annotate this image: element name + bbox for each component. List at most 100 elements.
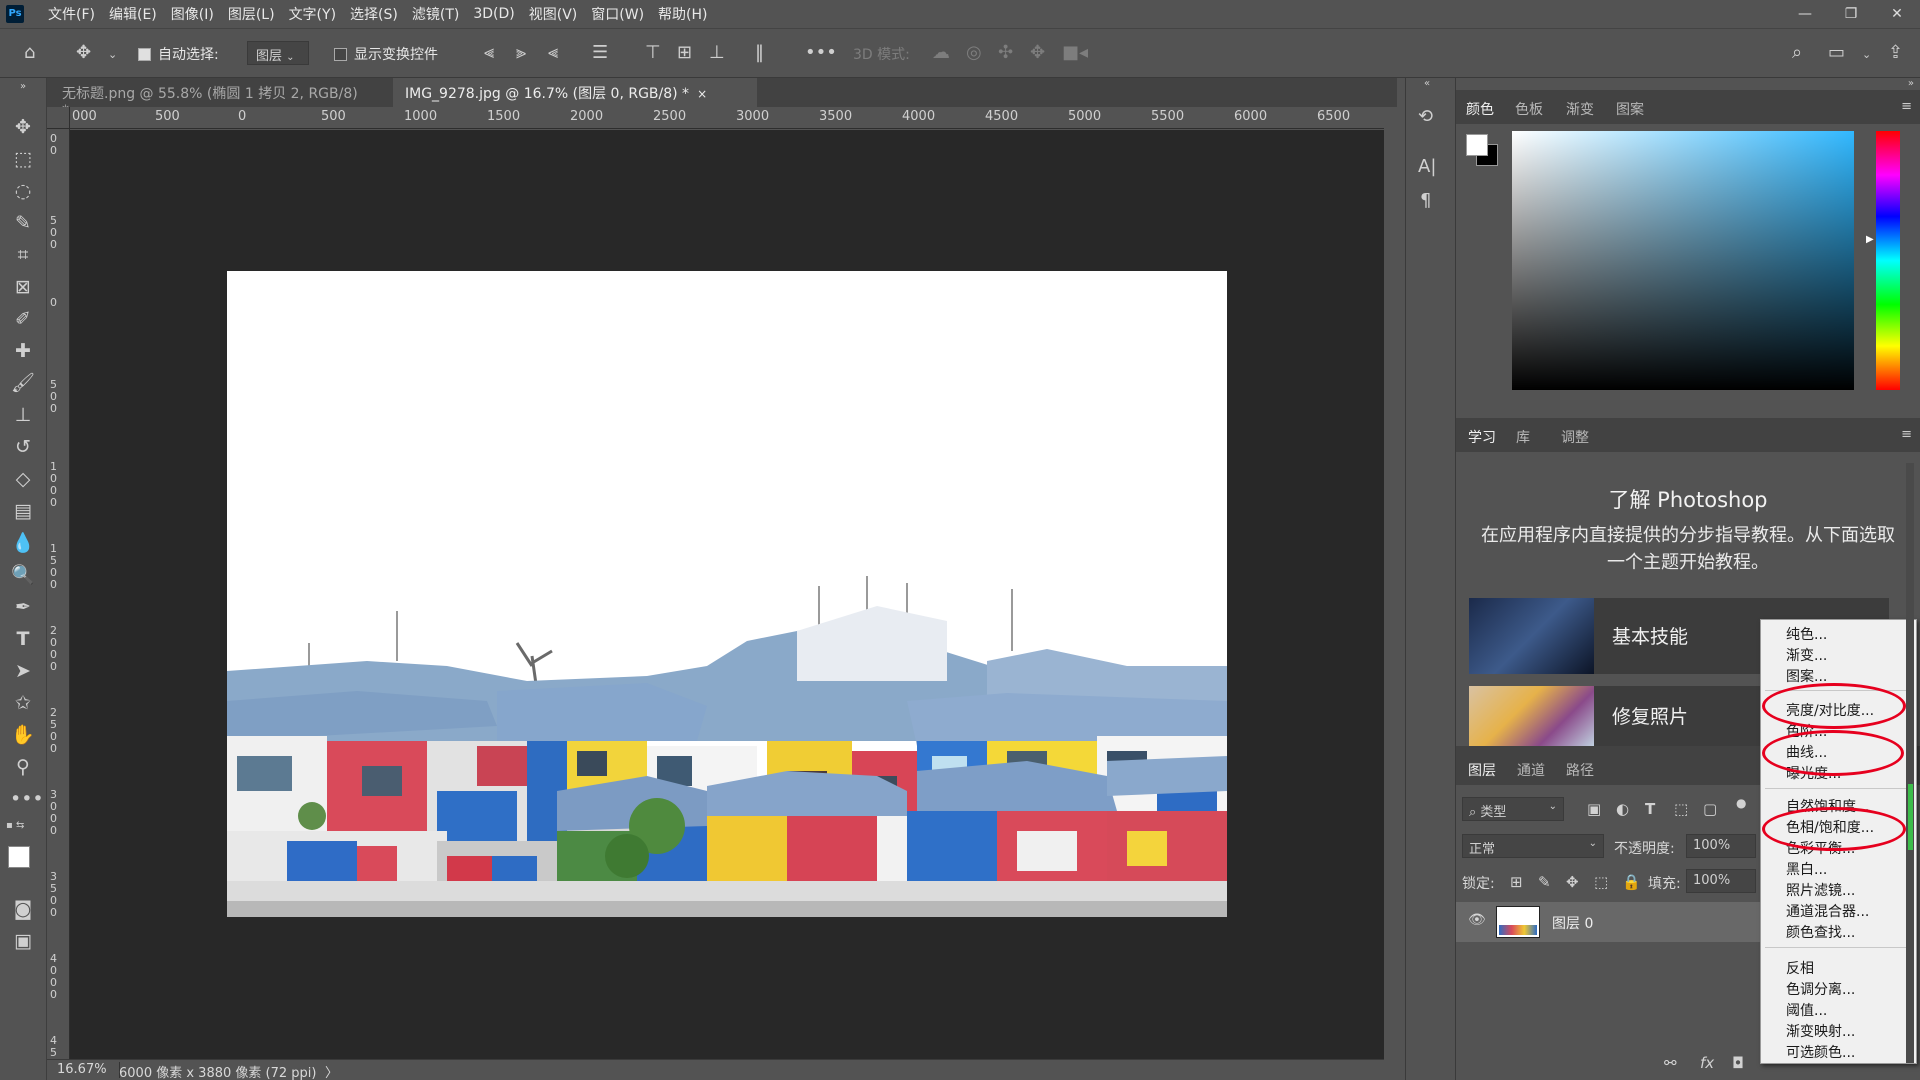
menu-edit[interactable]: 编辑(E) (109, 4, 157, 24)
menu-view[interactable]: 视图(V) (529, 4, 578, 24)
auto-select-dropdown[interactable]: 图层 ⌄ (247, 41, 309, 65)
tab-libraries[interactable]: 库 (1516, 427, 1530, 447)
fill-input[interactable]: 100% (1686, 869, 1756, 893)
scrollbar-thumb[interactable] (1908, 784, 1913, 850)
quick-select-tool-icon[interactable]: ✎ (10, 210, 36, 236)
menu-photo-filter[interactable]: 照片滤镜... (1786, 880, 1855, 900)
menu-image[interactable]: 图像(I) (171, 4, 214, 24)
type-tool-icon[interactable]: T (10, 626, 36, 652)
link-layers-icon[interactable]: ⚯ (1664, 1054, 1677, 1072)
zoom-tool-icon[interactable]: ⚲ (10, 754, 36, 780)
filter-image-icon[interactable]: ▣ (1587, 800, 1601, 818)
tab-layers[interactable]: 图层 (1468, 760, 1496, 780)
workspace-chevron-icon[interactable]: ⌄ (1862, 48, 1871, 61)
minimize-icon[interactable]: — (1782, 0, 1828, 27)
menu-black-white[interactable]: 黑白... (1786, 859, 1827, 879)
tab-img-9278[interactable]: IMG_9278.jpg @ 16.7% (图层 0, RGB/8) * × (393, 78, 757, 107)
paragraph-panel-icon[interactable]: ¶ (1420, 190, 1431, 211)
move-tool-icon[interactable]: ✥ (10, 114, 36, 140)
screen-mode-icon[interactable]: ▣ (10, 928, 36, 954)
status-menu-arrow[interactable]: 〉 (325, 1062, 338, 1080)
marquee-tool-icon[interactable]: ⬚ (10, 146, 36, 172)
menu-gradient-map[interactable]: 渐变映射... (1786, 1021, 1855, 1041)
panel-menu-icon[interactable]: ≡ (1901, 99, 1912, 114)
brush-tool-icon[interactable]: 🖌 (10, 370, 36, 396)
chevron-down-icon[interactable]: ⌄ (108, 48, 117, 61)
menu-gradient[interactable]: 渐变... (1786, 645, 1827, 665)
tab-channels[interactable]: 通道 (1517, 760, 1545, 780)
stamp-tool-icon[interactable]: ⊥ (10, 402, 36, 428)
menu-posterize[interactable]: 色调分离... (1786, 979, 1855, 999)
tab-paths[interactable]: 路径 (1566, 760, 1594, 780)
menu-type[interactable]: 文字(Y) (289, 4, 336, 24)
hue-slider[interactable] (1876, 131, 1900, 390)
opacity-input[interactable]: 100% (1686, 834, 1756, 858)
lock-transparent-icon[interactable]: ⊞ (1510, 873, 1523, 891)
align-top-icon[interactable]: ⊤ (645, 42, 661, 63)
panel-menu-icon[interactable]: ≡ (1901, 427, 1912, 442)
color-field[interactable] (1512, 131, 1854, 390)
search-icon[interactable]: ⌕ (1792, 42, 1802, 63)
fx-icon[interactable]: fx (1700, 1054, 1714, 1072)
menu-layer[interactable]: 图层(L) (228, 4, 275, 24)
align-bottom-icon[interactable]: ⊥ (709, 42, 725, 63)
home-icon[interactable]: ⌂ (24, 42, 35, 63)
filter-smart-icon[interactable]: ▢ (1703, 800, 1717, 818)
visibility-eye-icon[interactable]: 👁 (1468, 912, 1486, 928)
layer-row[interactable]: 👁 图层 0 (1456, 902, 1760, 942)
close-icon[interactable]: ✕ (1874, 0, 1920, 27)
more-options-icon[interactable]: ••• (805, 42, 837, 63)
menu-solid-color[interactable]: 纯色... (1786, 624, 1827, 644)
lasso-tool-icon[interactable]: ◌ (10, 178, 36, 204)
lock-pixels-icon[interactable]: ✎ (1538, 873, 1551, 891)
share-icon[interactable]: ⇪ (1888, 42, 1903, 63)
foreground-color-swatch[interactable] (8, 846, 30, 868)
edit-toolbar-icon[interactable]: ••• (10, 786, 44, 812)
align-vcenter-icon[interactable]: ⊞ (677, 42, 692, 63)
distribute-v-icon[interactable]: ‖ (755, 42, 764, 63)
distribute-icon[interactable]: ☰ (592, 42, 608, 63)
crop-tool-icon[interactable]: ⌗ (10, 242, 36, 268)
menu-3d[interactable]: 3D(D) (473, 6, 514, 22)
menu-invert[interactable]: 反相 (1786, 958, 1814, 978)
tab-untitled-png[interactable]: 无标题.png @ 55.8% (椭圆 1 拷贝 2, RGB/8) *× (50, 78, 390, 119)
layer-filter-dropdown[interactable]: ⌕ 类型 ⌄ (1462, 797, 1564, 821)
align-right-icon[interactable]: ⫷ (548, 42, 558, 63)
tab-learn[interactable]: 学习 (1468, 427, 1496, 447)
history-brush-icon[interactable]: ↺ (10, 434, 36, 460)
hue-slider-handle[interactable]: ▶ (1866, 234, 1874, 245)
3d-pan-icon[interactable]: ✣ (998, 42, 1013, 63)
tab-adjustments[interactable]: 调整 (1561, 427, 1589, 447)
move-tool-icon[interactable]: ✥ (76, 42, 91, 63)
auto-select-checkbox[interactable] (138, 48, 151, 61)
history-panel-icon[interactable]: ⟲ (1418, 106, 1433, 127)
menu-filter[interactable]: 滤镜(T) (412, 4, 459, 24)
tab-color[interactable]: 颜色 (1466, 99, 1494, 119)
expand-panels-icon[interactable]: » (1908, 78, 1914, 89)
workspace-icon[interactable]: ▭ (1828, 42, 1845, 63)
eyedropper-tool-icon[interactable]: ✐ (10, 306, 36, 332)
pen-tool-icon[interactable]: ✒ (10, 594, 36, 620)
lock-artboard-icon[interactable]: ⬚ (1594, 873, 1608, 891)
path-select-icon[interactable]: ➤ (10, 658, 36, 684)
menu-file[interactable]: 文件(F) (48, 4, 95, 24)
dodge-tool-icon[interactable]: 🔍 (10, 562, 36, 588)
quick-mask-icon[interactable]: ◙ (10, 896, 36, 922)
3d-slide-icon[interactable]: ✥ (1030, 42, 1045, 63)
menu-window[interactable]: 窗口(W) (591, 4, 644, 24)
restore-icon[interactable]: ❐ (1828, 0, 1874, 27)
menu-threshold[interactable]: 阈值... (1786, 1000, 1827, 1020)
filter-adjustment-icon[interactable]: ◐ (1616, 800, 1629, 818)
menu-select[interactable]: 选择(S) (350, 4, 398, 24)
gradient-tool-icon[interactable]: ▤ (10, 498, 36, 524)
menu-color-lookup[interactable]: 颜色查找... (1786, 922, 1855, 942)
ruler-horizontal[interactable]: 000 500 0 500 1000 1500 2000 2500 3000 3500 4000 45… (70, 107, 1384, 129)
align-hcenter-icon[interactable]: ⫸ (516, 42, 526, 63)
frame-tool-icon[interactable]: ⊠ (10, 274, 36, 300)
collapse-toolbar-icon[interactable]: » (10, 74, 36, 100)
healing-tool-icon[interactable]: ✚ (10, 338, 36, 364)
panel-scrollbar[interactable] (1906, 463, 1914, 1063)
menu-channel-mixer[interactable]: 通道混合器... (1786, 901, 1869, 921)
tab-patterns[interactable]: 图案 (1616, 99, 1644, 119)
swap-colors-icon[interactable]: ▪ ⇆ (6, 820, 32, 840)
